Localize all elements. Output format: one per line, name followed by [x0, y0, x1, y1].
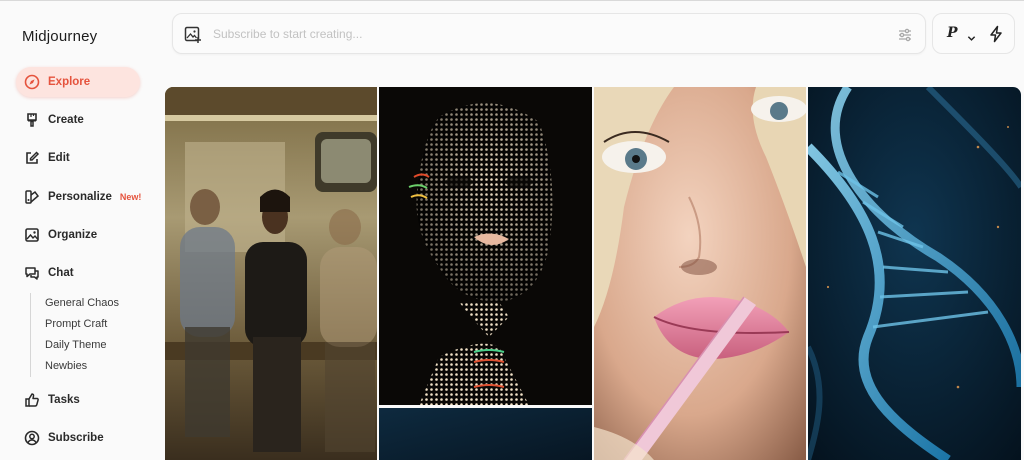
nav-label: Edit	[48, 152, 70, 164]
nav-item-tasks[interactable]: Tasks	[16, 385, 140, 415]
nav-item-explore[interactable]: Explore	[16, 67, 140, 97]
nav-label: Personalize	[48, 191, 112, 203]
chat-channel-general-chaos[interactable]: General Chaos	[45, 293, 119, 314]
chat-channel-newbies[interactable]: Newbies	[45, 356, 119, 377]
thumbs-up-icon	[24, 392, 40, 408]
nav-item-personalize[interactable]: Personalize New!	[16, 182, 142, 212]
nav-label: Create	[48, 114, 84, 126]
gallery-image-dark-blue[interactable]	[379, 408, 592, 460]
nav-label: Organize	[48, 229, 98, 241]
mode-selector[interactable]: P	[932, 13, 1015, 54]
brand-logo-text[interactable]: Midjourney	[22, 28, 97, 45]
gallery-image-glossy-lips[interactable]	[594, 87, 806, 460]
user-circle-icon	[24, 430, 40, 446]
prompt-input[interactable]	[213, 24, 853, 44]
settings-sliders-icon[interactable]	[897, 27, 913, 43]
sidebar: Midjourney Explore Create Edit Personali…	[0, 0, 160, 460]
image-icon	[24, 227, 40, 243]
gallery-image-dotted-face[interactable]	[379, 87, 592, 405]
edit-icon	[24, 150, 40, 166]
brush-icon	[24, 112, 40, 128]
nav-item-edit[interactable]: Edit	[16, 143, 140, 173]
prompt-bar	[172, 13, 926, 54]
mode-label: P	[947, 25, 958, 41]
nav-label: Subscribe	[48, 432, 104, 444]
chat-channel-list: General Chaos Prompt Craft Daily Theme N…	[30, 293, 119, 377]
chat-icon	[24, 265, 40, 281]
nav-item-organize[interactable]: Organize	[16, 220, 140, 250]
gallery-image-dna-helix[interactable]	[808, 87, 1021, 460]
nav-label: Chat	[48, 267, 74, 279]
nav-label: Tasks	[48, 394, 80, 406]
explore-gallery	[165, 87, 1021, 460]
palette-icon	[24, 189, 40, 205]
chevron-down-icon	[967, 30, 976, 41]
chat-channel-daily-theme[interactable]: Daily Theme	[45, 335, 119, 356]
nav-item-create[interactable]: Create	[16, 105, 140, 135]
nav-item-chat[interactable]: Chat	[16, 258, 140, 288]
chat-channel-prompt-craft[interactable]: Prompt Craft	[45, 314, 119, 335]
nav-item-subscribe[interactable]: Subscribe	[16, 423, 140, 453]
image-upload-icon[interactable]	[184, 26, 202, 44]
compass-icon	[24, 74, 40, 90]
nav-label: Explore	[48, 76, 91, 88]
lightning-bolt-icon[interactable]	[987, 25, 1005, 43]
new-badge: New!	[119, 192, 142, 202]
gallery-image-subway[interactable]	[165, 87, 377, 460]
